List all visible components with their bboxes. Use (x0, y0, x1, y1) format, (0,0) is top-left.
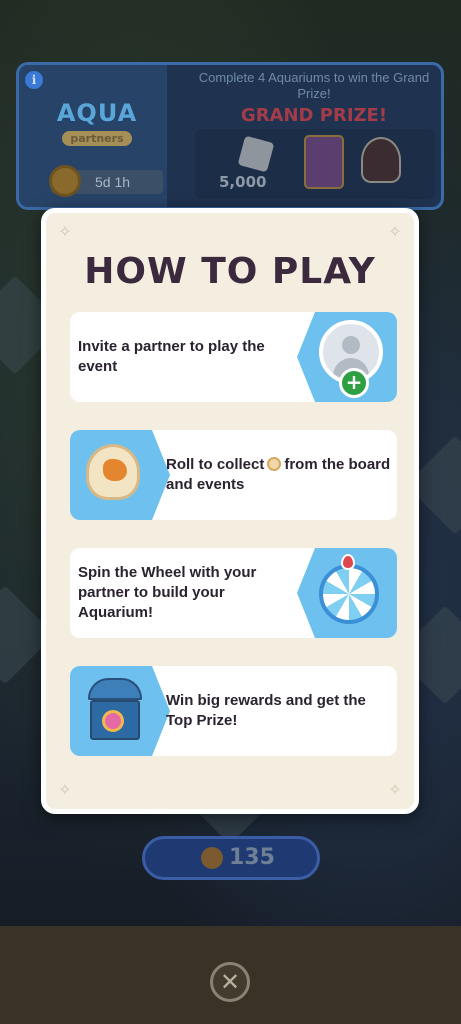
wheel-icon (319, 564, 379, 624)
shell-counter: 135 (142, 836, 320, 880)
corner-decoration-icon: ✧ (58, 222, 72, 241)
step-text: Roll to collect from the board and events (166, 430, 392, 520)
add-partner-icon: + (339, 368, 369, 398)
logo-subtitle: partners (62, 131, 132, 146)
corner-decoration-icon: ✧ (58, 780, 72, 799)
info-icon[interactable]: i (25, 71, 43, 89)
step-text: Win big rewards and get the Top Prize! (166, 692, 366, 729)
step-win-rewards: Win big rewards and get the Top Prize! (70, 666, 397, 756)
shell-icon (201, 847, 223, 869)
logo-title: AQUA (56, 99, 138, 127)
shell-icon (86, 444, 140, 500)
corner-decoration-icon: ✧ (388, 780, 402, 799)
dice-amount: 5,000 (219, 173, 267, 191)
how-to-play-modal: ✧ ✧ ✧ ✧ HOW TO PLAY Invite a partner to … (41, 208, 419, 814)
step-text: Spin the Wheel with your partner to buil… (78, 564, 257, 621)
sticker-card-icon (304, 135, 344, 189)
banner-headline: Complete 4 Aquariums to win the Grand Pr… (198, 70, 430, 101)
grand-prize-label: GRAND PRIZE! (240, 105, 388, 126)
wheel-pointer-icon (341, 554, 355, 570)
shell-inline-icon (267, 457, 282, 471)
shell-count: 135 (229, 845, 275, 870)
aqua-partners-logo: AQUA partners (47, 87, 147, 157)
snow-globe-icon (361, 137, 401, 183)
step-spin-wheel: Spin the Wheel with your partner to buil… (70, 548, 397, 638)
step-text-start: Roll to collect (166, 456, 265, 473)
modal-title: HOW TO PLAY (84, 251, 376, 292)
stopwatch-icon (49, 165, 81, 197)
close-button[interactable]: ✕ (210, 962, 250, 1002)
step-text: Invite a partner to play the event (78, 338, 265, 375)
event-banner[interactable]: i AQUA partners 5d 1h Complete 4 Aquariu… (16, 62, 444, 210)
step-invite-partner: Invite a partner to play the event + (70, 312, 397, 402)
corner-decoration-icon: ✧ (388, 222, 402, 241)
step-roll-collect: Roll to collect from the board and events (70, 430, 397, 520)
treasure-chest-icon (88, 678, 142, 742)
